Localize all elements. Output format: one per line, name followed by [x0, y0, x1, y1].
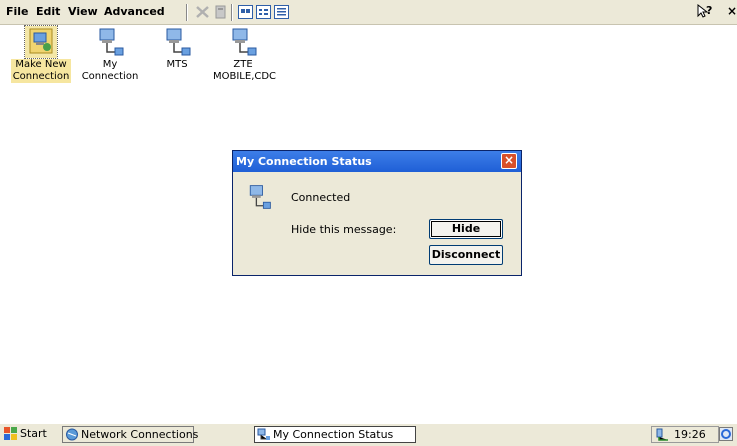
- network-connection-icon: [161, 26, 193, 58]
- help-label: ?: [706, 4, 713, 17]
- hide-button[interactable]: Hide: [429, 219, 503, 239]
- toolbar-separator: [231, 4, 233, 21]
- desktop-icon-my-connection[interactable]: My Connection: [80, 26, 140, 83]
- desktop-icon-label: ZTE MOBILE,CDC: [213, 59, 277, 82]
- network-connection-icon: [227, 26, 259, 58]
- network-connection-icon: [94, 26, 126, 58]
- taskbar: Start Network Connections My Connection …: [0, 423, 737, 446]
- desktop-shortcut-icon[interactable]: [719, 427, 733, 441]
- windows-logo-icon: [4, 427, 18, 440]
- network-tray-icon[interactable]: [656, 428, 670, 441]
- desktop-icon-label: Make New Connection: [11, 59, 71, 83]
- close-button[interactable]: ×: [727, 4, 737, 18]
- taskbar-item-connection-status[interactable]: My Connection Status: [254, 426, 416, 443]
- dialog-title: My Connection Status: [236, 155, 372, 168]
- system-tray: 19:26: [651, 426, 719, 443]
- toolbar-separator: [186, 4, 188, 21]
- task-label: Network Connections: [81, 428, 199, 441]
- desktop-icon-label: My Connection: [81, 59, 139, 82]
- network-connection-icon: [245, 183, 273, 211]
- hide-message-label: Hide this message:: [291, 223, 397, 236]
- menu-edit[interactable]: Edit: [36, 5, 60, 18]
- connection-status-dialog: My Connection Status × Connected Hide th…: [232, 150, 522, 276]
- menu-view[interactable]: View: [68, 5, 98, 18]
- small-icons-view-icon[interactable]: [256, 5, 271, 19]
- disconnect-button[interactable]: Disconnect: [429, 245, 503, 265]
- menu-bar: File Edit View Advanced ? ×: [0, 0, 737, 25]
- start-button[interactable]: Start: [2, 426, 58, 443]
- desktop-icon-label: MTS: [166, 59, 188, 70]
- menu-file[interactable]: File: [6, 5, 29, 18]
- start-label: Start: [20, 427, 47, 440]
- network-globe-icon: [65, 428, 79, 441]
- network-connection-icon: [257, 428, 271, 441]
- desktop-icon-mts[interactable]: MTS: [147, 26, 207, 71]
- task-label: My Connection Status: [273, 428, 394, 441]
- properties-icon[interactable]: [213, 5, 228, 19]
- large-icons-view-icon[interactable]: [238, 5, 253, 19]
- make-new-connection-icon: [24, 25, 58, 59]
- desktop-icon-make-new-connection[interactable]: Make New Connection: [11, 25, 71, 83]
- menu-advanced[interactable]: Advanced: [104, 5, 165, 18]
- details-view-icon[interactable]: [274, 5, 289, 19]
- taskbar-item-network-connections[interactable]: Network Connections: [62, 426, 198, 443]
- desktop-icon-zte-mobile[interactable]: ZTE MOBILE,CDC: [213, 26, 277, 83]
- clock: 19:26: [674, 428, 706, 441]
- delete-icon[interactable]: [195, 5, 210, 19]
- dialog-close-icon[interactable]: ×: [501, 153, 517, 169]
- help-button[interactable]: ?: [697, 3, 713, 21]
- connection-status-text: Connected: [291, 191, 351, 204]
- dialog-titlebar[interactable]: My Connection Status ×: [233, 151, 521, 172]
